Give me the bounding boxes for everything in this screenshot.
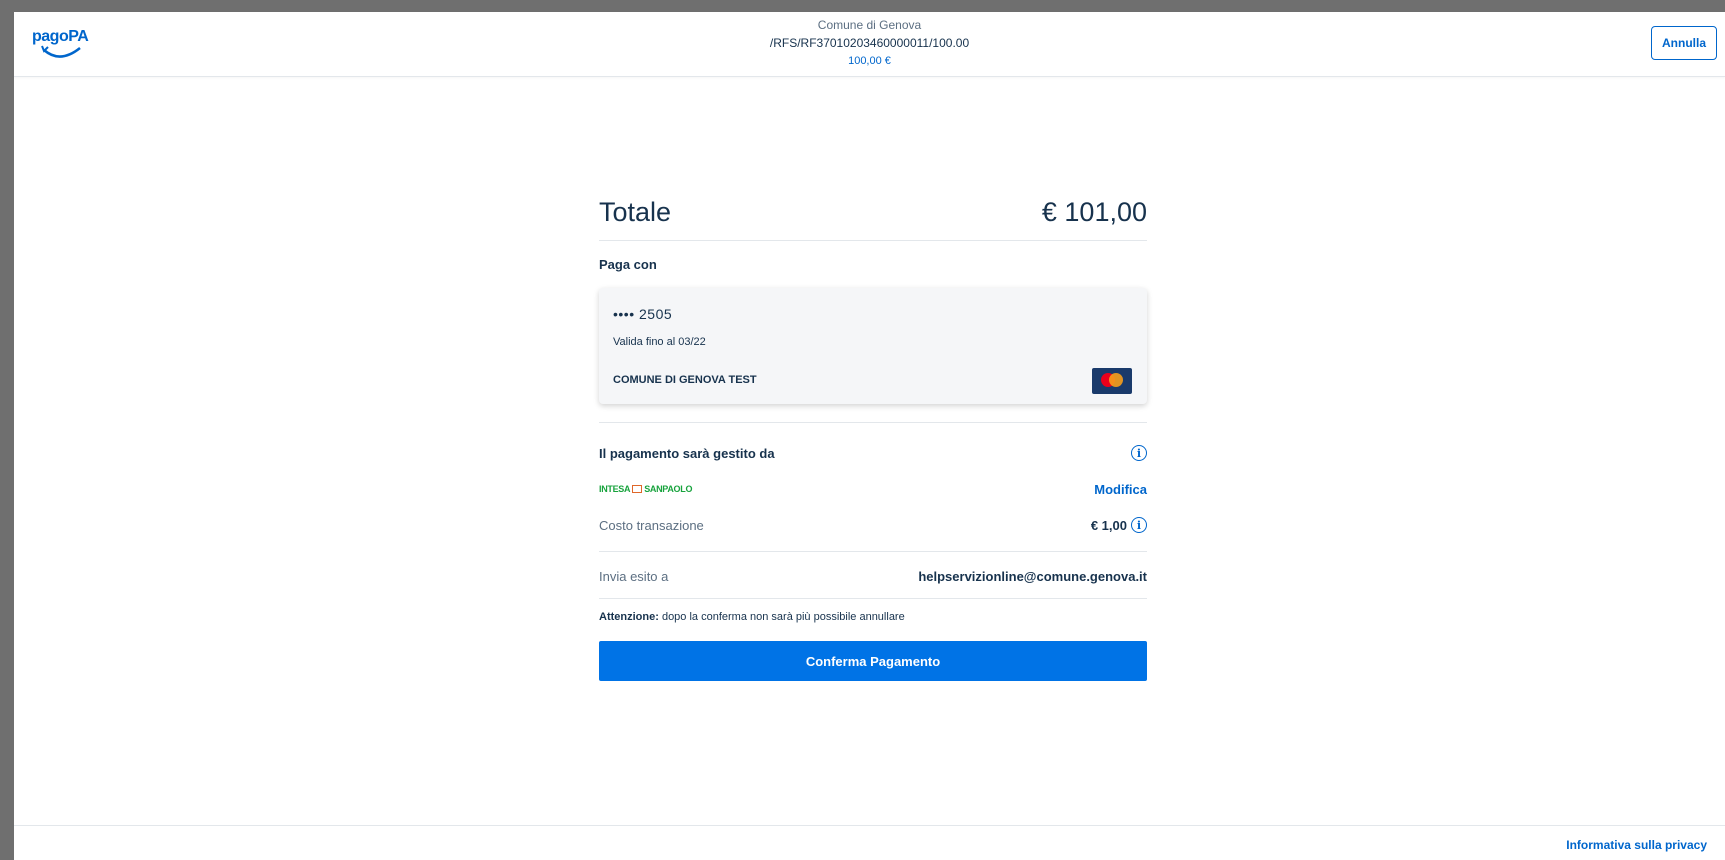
card-number: •••• 2505 [613, 306, 673, 322]
mastercard-icon [1092, 368, 1132, 394]
psp-name-right: SANPAOLO [644, 484, 693, 494]
modify-psp-link[interactable]: Modifica [1094, 482, 1147, 497]
payment-notice-info: Comune di Genova /RFS/RF3701020346000001… [14, 16, 1725, 70]
info-icon[interactable]: i [1131, 445, 1147, 461]
psp-logo: INTESA SANPAOLO [599, 484, 692, 494]
psp-managed-row: Il pagamento sarà gestito da i [599, 441, 1147, 465]
notice-amount: 100,00 € [848, 55, 891, 67]
divider [599, 422, 1147, 423]
psp-name-left: INTESA [599, 484, 631, 494]
header: pagoPA Comune di Genova /RFS/RF370102034… [14, 12, 1725, 77]
total-value: € 101,00 [1041, 197, 1147, 227]
psp-row: INTESA SANPAOLO Modifica [599, 479, 1147, 499]
psp-managed-label: Il pagamento sarà gestito da [599, 445, 775, 461]
psp-logo-mark-icon [632, 485, 643, 493]
privacy-link[interactable]: Informativa sulla privacy [1566, 838, 1707, 852]
email-value: helpservizionline@comune.genova.it [918, 568, 1147, 584]
total-label: Totale [599, 197, 672, 227]
card-expiry: Valida fino al 03/22 [613, 336, 706, 348]
organization-name: Comune di Genova [817, 18, 922, 32]
payment-page: pagoPA Comune di Genova /RFS/RF370102034… [14, 12, 1725, 860]
warning-text: Attenzione: dopo la conferma non sarà pi… [599, 611, 1147, 623]
confirm-payment-button[interactable]: Conferma Pagamento [599, 641, 1147, 681]
transaction-cost: € 1,00 i [1091, 517, 1147, 533]
transaction-cost-row: Costo transazione € 1,00 i [599, 513, 1147, 552]
total-row: Totale € 101,00 [599, 188, 1147, 241]
payment-reference: /RFS/RF37010203460000011/100.00 [769, 36, 970, 50]
cancel-button[interactable]: Annulla [1651, 26, 1717, 60]
transaction-cost-label: Costo transazione [599, 517, 704, 533]
card-holder: COMUNE DI GENOVA TEST [613, 374, 757, 386]
transaction-cost-value: € 1,00 [1090, 517, 1127, 533]
email-row: Invia esito a helpservizionline@comune.g… [599, 566, 1147, 599]
warning-bold: Attenzione: [599, 611, 659, 623]
payment-summary: Totale € 101,00 Paga con •••• 2505 Valid… [599, 188, 1147, 681]
footer: Informativa sulla privacy [14, 825, 1725, 860]
email-label: Invia esito a [599, 568, 669, 584]
payment-card[interactable]: •••• 2505 Valida fino al 03/22 COMUNE DI… [599, 288, 1147, 404]
cost-info-icon[interactable]: i [1131, 517, 1147, 533]
warning-message: dopo la conferma non sarà più possibile … [658, 611, 905, 623]
pay-with-label: Paga con [599, 257, 657, 272]
